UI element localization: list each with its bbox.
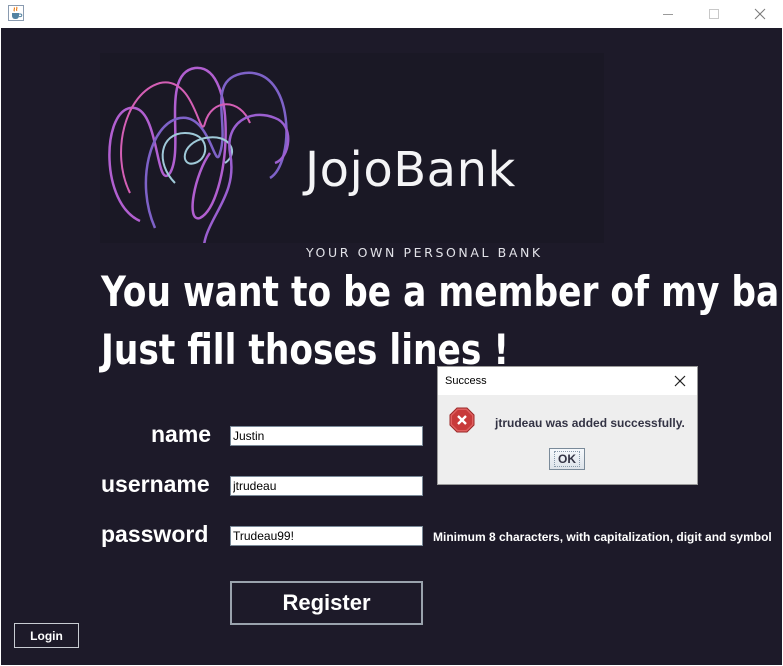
close-button[interactable] bbox=[737, 0, 783, 28]
dialog-close-button[interactable] bbox=[670, 371, 690, 391]
dialog-body: jtrudeau was added successfully. OK bbox=[438, 395, 697, 484]
success-dialog: Success jtrudeau was added successfully.… bbox=[437, 366, 698, 485]
name-field[interactable] bbox=[230, 426, 423, 446]
ok-button-label: OK bbox=[554, 451, 580, 467]
minimize-button[interactable] bbox=[645, 0, 691, 28]
login-button[interactable]: Login bbox=[14, 623, 79, 648]
java-cup-icon bbox=[8, 5, 24, 21]
logo-swirl-icon bbox=[108, 66, 290, 243]
password-label: password bbox=[101, 521, 209, 547]
error-icon bbox=[449, 407, 475, 433]
close-icon bbox=[674, 375, 686, 387]
minimize-icon bbox=[663, 14, 673, 15]
dialog-titlebar: Success bbox=[438, 367, 697, 395]
username-label: username bbox=[101, 471, 210, 497]
name-label: name bbox=[151, 421, 212, 447]
register-panel: JojoBank YOUR OWN PERSONAL BANK You want… bbox=[1, 28, 783, 665]
maximize-button[interactable] bbox=[691, 0, 737, 28]
maximize-icon bbox=[709, 9, 719, 19]
headline-line-1: You want to be a member of my bank ? bbox=[101, 267, 783, 316]
window-titlebar bbox=[0, 0, 783, 28]
register-button[interactable]: Register bbox=[230, 581, 423, 625]
dialog-message: jtrudeau was added successfully. bbox=[495, 416, 685, 430]
close-icon bbox=[754, 8, 766, 20]
app-window: JojoBank YOUR OWN PERSONAL BANK You want… bbox=[0, 0, 783, 666]
password-field[interactable] bbox=[230, 526, 423, 546]
username-field[interactable] bbox=[230, 476, 423, 496]
brand-tagline: YOUR OWN PERSONAL BANK bbox=[306, 245, 543, 260]
bank-logo: JojoBank YOUR OWN PERSONAL BANK bbox=[100, 53, 604, 260]
dialog-title: Success bbox=[445, 375, 487, 387]
password-hint: Minimum 8 characters, with capitalizatio… bbox=[433, 530, 772, 544]
brand-name: JojoBank bbox=[305, 142, 516, 198]
ok-button[interactable]: OK bbox=[549, 448, 585, 470]
